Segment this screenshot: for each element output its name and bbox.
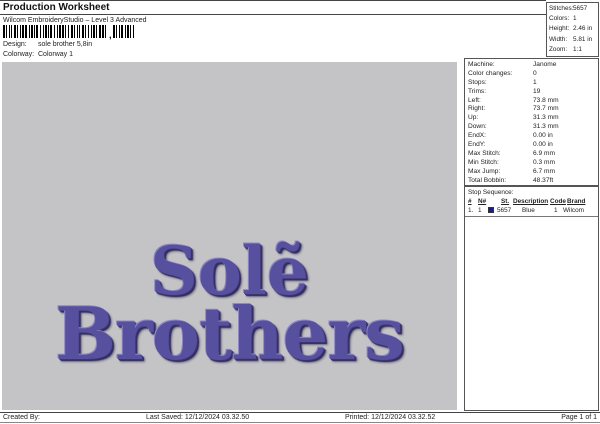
- design-barcode: ,: [3, 25, 153, 40]
- header: Production Worksheet: [0, 0, 546, 15]
- col-brand: Brand: [567, 198, 586, 205]
- stop-sequence-box: Stop Sequence: # N# St. Description Code…: [464, 186, 599, 411]
- footer-page-number: Page 1 of 1: [561, 414, 597, 421]
- up-row: Up: 31.3 mm: [468, 114, 559, 122]
- machine-info-box: Machine: Janome Color changes: 0 Stops: 1 T…: [464, 58, 599, 186]
- design-value: sole brother 5,8in: [38, 41, 93, 48]
- row-code: 1: [554, 207, 558, 214]
- col-description: Description: [513, 198, 549, 205]
- footer-last-saved: Last Saved: 12/12/2024 03.32.50: [146, 414, 250, 421]
- colorway-label: Colorway:: [3, 51, 35, 58]
- footer-created-by: Created By:: [3, 414, 40, 421]
- left-row: Left: 73.8 mm: [468, 96, 559, 104]
- stat-height: Height: 2.46 in: [549, 25, 593, 33]
- max-jump-row: Max Jump: 6.7 mm: [468, 167, 555, 175]
- colorway-value: Colorway 1: [38, 51, 74, 58]
- footer-bottom-edge: [0, 422, 600, 423]
- down-row: Down: 31.3 mm: [468, 123, 559, 131]
- trims-row: Trims: 19: [468, 87, 541, 95]
- col-stitches: St.: [501, 198, 510, 205]
- stop-sequence-title: Stop Sequence:: [468, 189, 514, 196]
- machine-row: Machine: Janome: [468, 61, 557, 68]
- stat-colors: Colors: 1: [549, 15, 577, 23]
- endy-row: EndY: 0.00 in: [468, 141, 553, 149]
- embroidery-text-line2: Brothers: [55, 291, 405, 376]
- design-name-row: Design: sole brother 5,8in: [3, 41, 92, 48]
- design-label: Design:: [3, 41, 27, 48]
- col-code: Code: [550, 198, 566, 205]
- total-bobbin-row: Total Bobbin: 48.37ft: [468, 176, 554, 184]
- row-description: Blue: [522, 207, 535, 214]
- max-stitch-row: Max Stitch: 6.9 mm: [468, 149, 555, 157]
- production-worksheet-page: Production Worksheet Wilcom EmbroiderySt…: [0, 0, 600, 424]
- footer-divider: [0, 412, 600, 413]
- color-changes-row: Color changes: 0: [468, 69, 537, 77]
- right-row: Right: 73.7 mm: [468, 105, 559, 113]
- barcode-bars: [3, 25, 108, 38]
- row-brand: Wilcom: [563, 207, 584, 214]
- page-title: Production Worksheet: [3, 2, 110, 13]
- software-subtitle: Wilcom EmbroideryStudio – Level 3 Advanc…: [3, 17, 147, 24]
- min-stitch-row: Min Stitch: 0.3 mm: [468, 158, 555, 166]
- row-needle: 1: [478, 207, 482, 214]
- colorway-row: Colorway: Colorway 1: [3, 51, 73, 58]
- design-stats-box: Stitches: 5657 Colors: 1 Height: 2.46 in Wi…: [546, 2, 599, 57]
- stat-stitches: Stitches: 5657: [549, 5, 588, 12]
- design-preview-canvas: Solẽ Brothers: [2, 62, 457, 410]
- row-num: 1.: [468, 207, 474, 214]
- thread-color-swatch: [488, 207, 494, 213]
- footer-printed: Printed: 12/12/2024 03.32.52: [345, 414, 436, 421]
- barcode-bars: [112, 25, 134, 38]
- col-needle: N#: [478, 198, 487, 205]
- stops-row: Stops: 1: [468, 78, 537, 86]
- stop-sequence-divider: [465, 216, 598, 217]
- stat-width: Width: 5.81 in: [549, 35, 593, 43]
- stat-zoom: Zoom: 1:1: [549, 45, 582, 53]
- endx-row: EndX: 0.00 in: [468, 132, 553, 140]
- col-num: #: [468, 198, 472, 205]
- row-stitches: 5657: [497, 207, 512, 214]
